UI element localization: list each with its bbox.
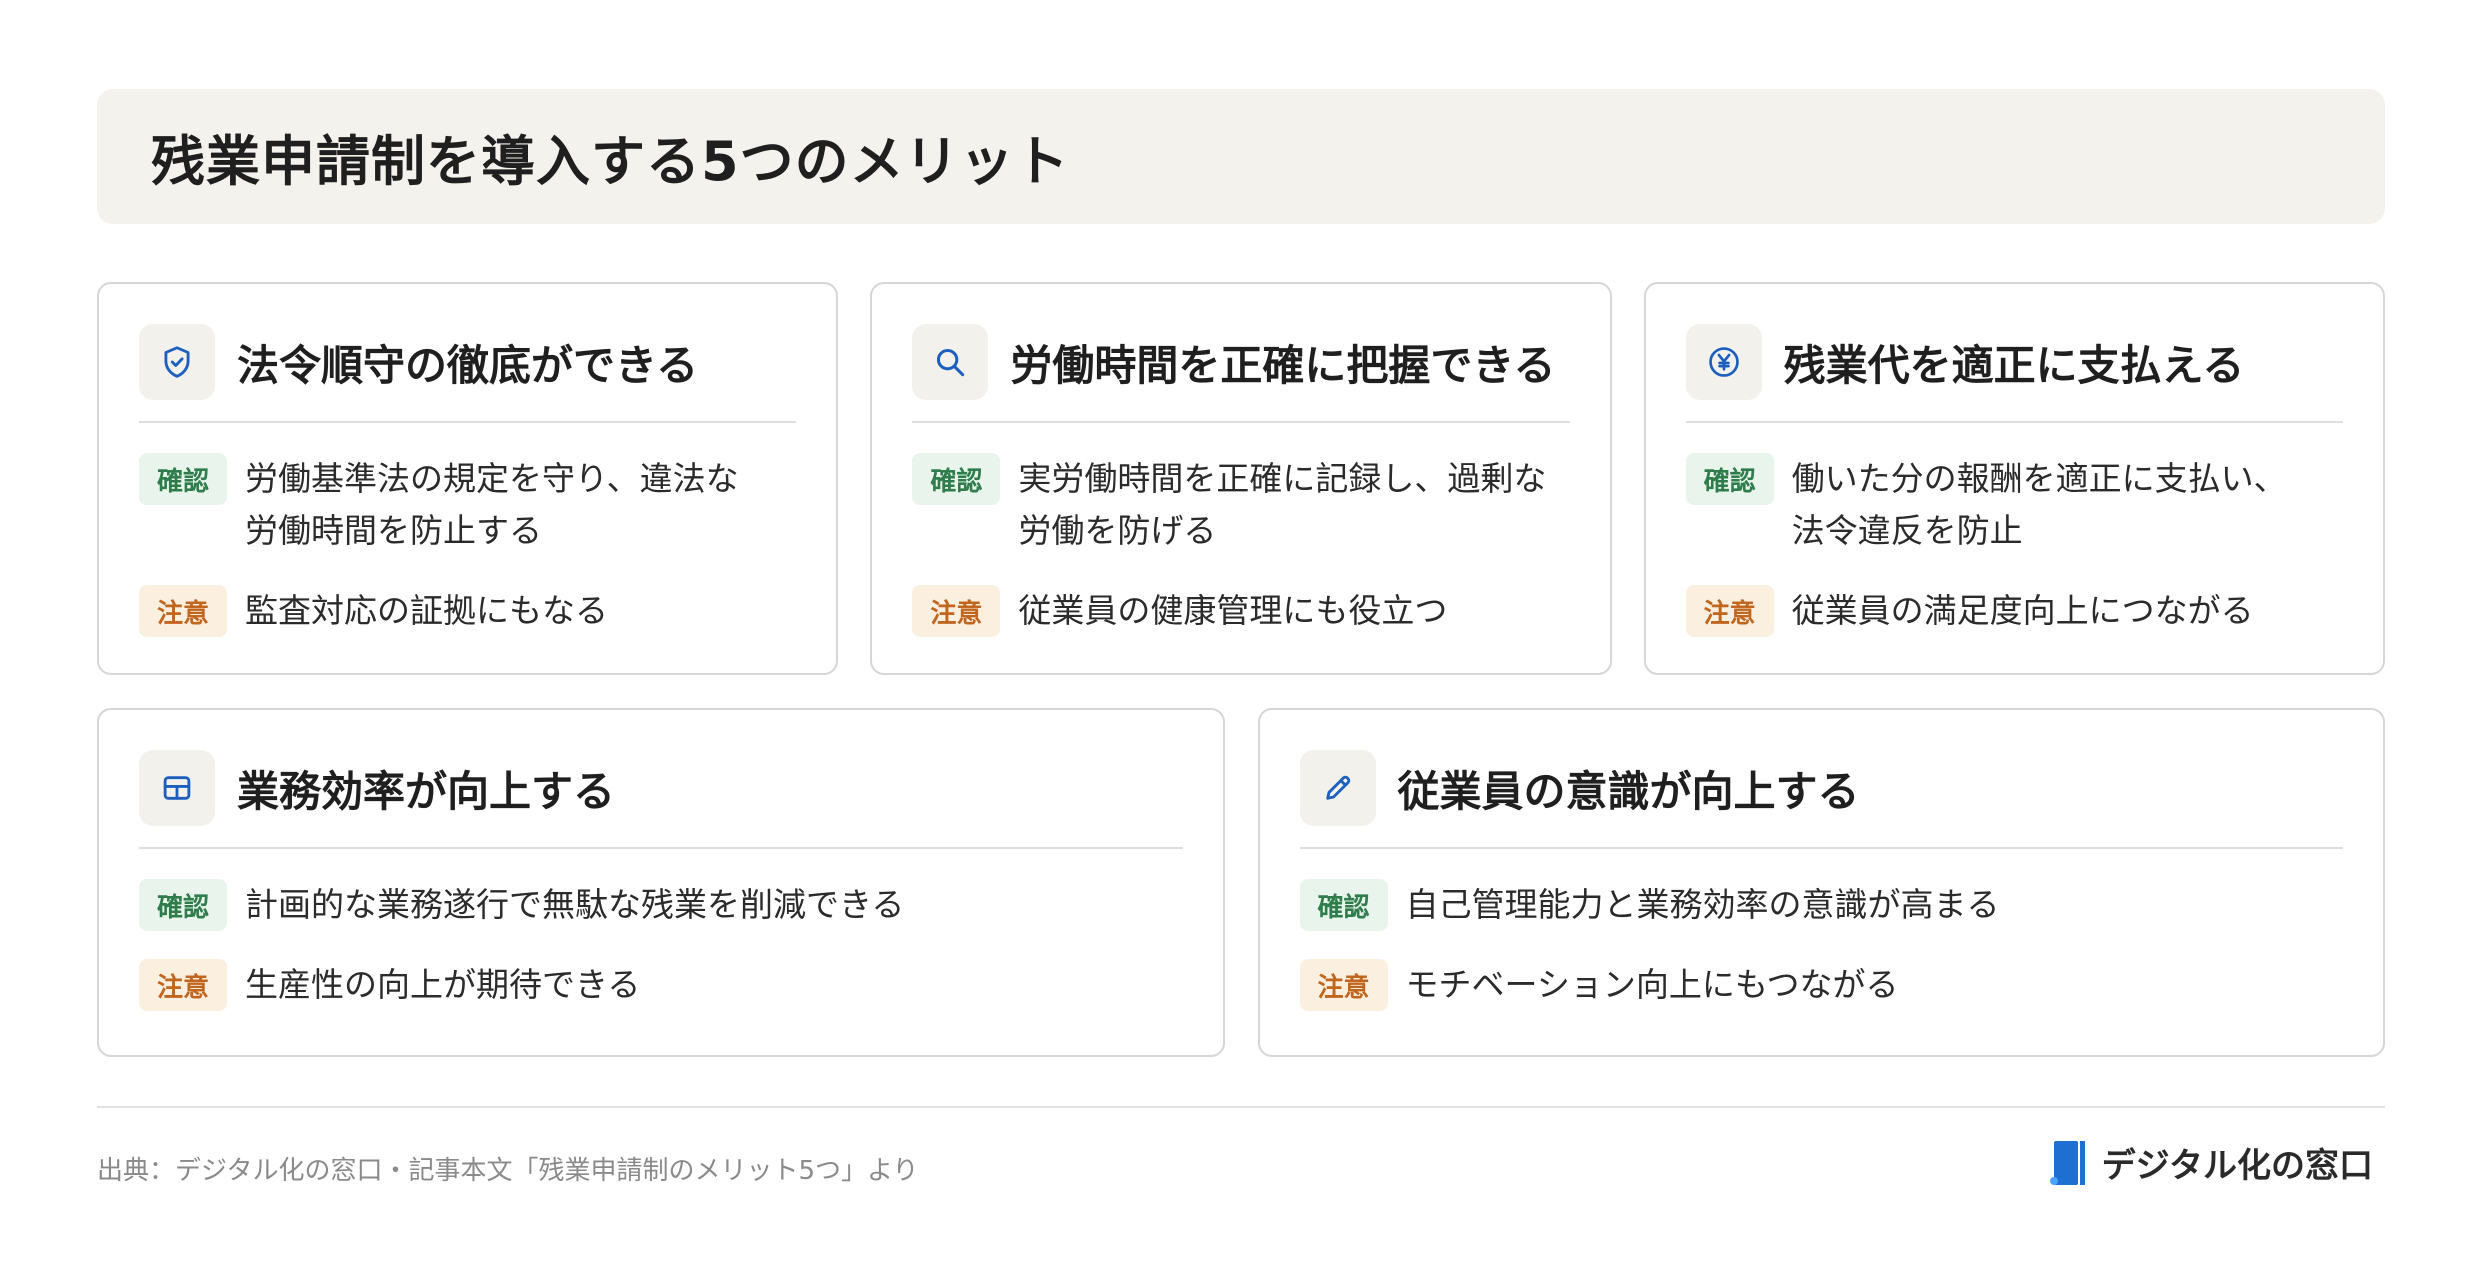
confirm-text-content: 実労働時間を正確に記録し、過剰な 労働を防げる: [1018, 459, 1547, 550]
card-divider: [139, 847, 1183, 849]
card-divider: [139, 421, 797, 423]
brand-name: デジタル化の窓口: [2101, 1146, 2373, 1186]
shield-check-icon: [139, 324, 215, 400]
source-citation: 出典：デジタル化の窓口・記事本文「残業申請制のメリット5つ」より: [97, 1156, 919, 1186]
infographic: 残業申請制を導入する5つのメリット 法令順守の徹底ができる 確認 労働基準法の規…: [97, 89, 2385, 1057]
caution-item: 注意 モチベーション向上にもつながる: [1299, 959, 2344, 1011]
pencil-icon: [1299, 750, 1376, 826]
footer: 出典：デジタル化の窓口・記事本文「残業申請制のメリット5つ」より デジタル化の窓…: [97, 1106, 2385, 1186]
confirm-badge: 確認: [139, 879, 227, 931]
card-title: 従業員の意識が向上する: [1397, 766, 1860, 816]
caution-badge: 注意: [139, 585, 227, 637]
card-divider: [1299, 847, 2343, 849]
merit-card-awareness: 従業員の意識が向上する 確認 自己管理能力と業務効率の意識が高まる 注意 モチベ…: [1257, 708, 2385, 1057]
card-header: 従業員の意識が向上する: [1299, 750, 2344, 826]
caution-text: 従業員の健康管理にも役立つ: [1018, 591, 1448, 630]
caution-badge: 注意: [1685, 585, 1774, 637]
yen-circle-icon: [1685, 324, 1762, 400]
merit-card-compliance: 法令順守の徹底ができる 確認 労働基準法の規定を守り、違法な 労働時間を防止する…: [97, 282, 839, 675]
card-title: 労働時間を正確に把握できる: [1010, 340, 1556, 390]
page-title: 残業申請制を導入する5つのメリット: [151, 130, 1070, 193]
caution-item: 注意 監査対応の証拠にもなる: [139, 585, 796, 637]
confirm-item: 確認 計画的な業務遂行で無駄な残業を削減できる: [139, 879, 1183, 931]
cards-row-1: 法令順守の徹底ができる 確認 労働基準法の規定を守り、違法な 労働時間を防止する…: [97, 282, 2385, 675]
confirm-text: 計画的な業務遂行で無駄な残業を削減できる: [245, 885, 905, 924]
header-banner: 残業申請制を導入する5つのメリット: [97, 89, 2385, 224]
merit-card-efficiency: 業務効率が向上する 確認 計画的な業務遂行で無駄な残業を削減できる 注意 生産性…: [97, 708, 1225, 1057]
merit-card-overtime-pay: 残業代を適正に支払える 確認 働いた分の報酬を適正に支払い、 法令違反を防止 注…: [1643, 282, 2385, 675]
caution-text: モチベーション向上にもつながる: [1405, 965, 1899, 1004]
card-divider: [912, 421, 1570, 423]
confirm-badge: 確認: [1299, 879, 1388, 931]
confirm-item: 確認 労働基準法の規定を守り、違法な 労働時間を防止する: [139, 453, 796, 557]
confirm-text-content: 働いた分の報酬を適正に支払い、 法令違反を防止: [1791, 459, 2287, 550]
card-title: 法令順守の徹底ができる: [237, 340, 699, 390]
confirm-text: 労働基準法の規定を守り、違法な 労働時間を防止する: [245, 453, 739, 557]
caution-item: 注意 従業員の満足度向上につながる: [1685, 585, 2343, 637]
card-divider: [1685, 421, 2343, 423]
caution-text: 監査対応の証拠にもなる: [245, 591, 608, 630]
card-title: 業務効率が向上する: [237, 766, 616, 816]
confirm-item: 確認 自己管理能力と業務効率の意識が高まる: [1299, 879, 2344, 931]
search-icon: [912, 324, 989, 400]
caution-text: 生産性の向上が期待できる: [245, 965, 641, 1004]
confirm-item: 確認 実労働時間を正確に記録し、過剰な 労働を防げる: [912, 453, 1569, 557]
card-header: 労働時間を正確に把握できる: [912, 324, 1569, 400]
caution-text: 従業員の満足度向上につながる: [1791, 591, 2254, 630]
confirm-text: 自己管理能力と業務効率の意識が高まる: [1405, 885, 2000, 924]
caution-badge: 注意: [912, 585, 1001, 637]
confirm-text: 実労働時間を正確に記録し、過剰な 労働を防げる: [1018, 453, 1546, 557]
card-header: 残業代を適正に支払える: [1685, 324, 2343, 400]
confirm-text: 働いた分の報酬を適正に支払い、 法令違反を防止: [1792, 453, 2287, 557]
cards-row-2: 業務効率が向上する 確認 計画的な業務遂行で無駄な残業を削減できる 注意 生産性…: [97, 708, 2385, 1057]
layout-grid-icon: [139, 750, 215, 826]
caution-item: 注意 生産性の向上が期待できる: [139, 959, 1183, 1011]
merit-card-time-tracking: 労働時間を正確に把握できる 確認 実労働時間を正確に記録し、過剰な 労働を防げる…: [870, 282, 1612, 675]
card-header: 法令順守の徹底ができる: [139, 324, 796, 400]
card-title: 残業代を適正に支払える: [1783, 340, 2245, 390]
caution-badge: 注意: [139, 959, 227, 1011]
door-logo-icon: [2049, 1140, 2088, 1185]
confirm-badge: 確認: [1685, 453, 1774, 505]
caution-badge: 注意: [1299, 959, 1388, 1011]
caution-item: 注意 従業員の健康管理にも役立つ: [912, 585, 1569, 637]
confirm-badge: 確認: [139, 453, 227, 505]
confirm-text-content: 労働基準法の規定を守り、違法な 労働時間を防止する: [245, 459, 739, 550]
card-header: 業務効率が向上する: [139, 750, 1183, 826]
brand-logo: デジタル化の窓口: [2049, 1138, 2373, 1187]
confirm-badge: 確認: [912, 453, 1001, 505]
confirm-item: 確認 働いた分の報酬を適正に支払い、 法令違反を防止: [1685, 453, 2343, 557]
